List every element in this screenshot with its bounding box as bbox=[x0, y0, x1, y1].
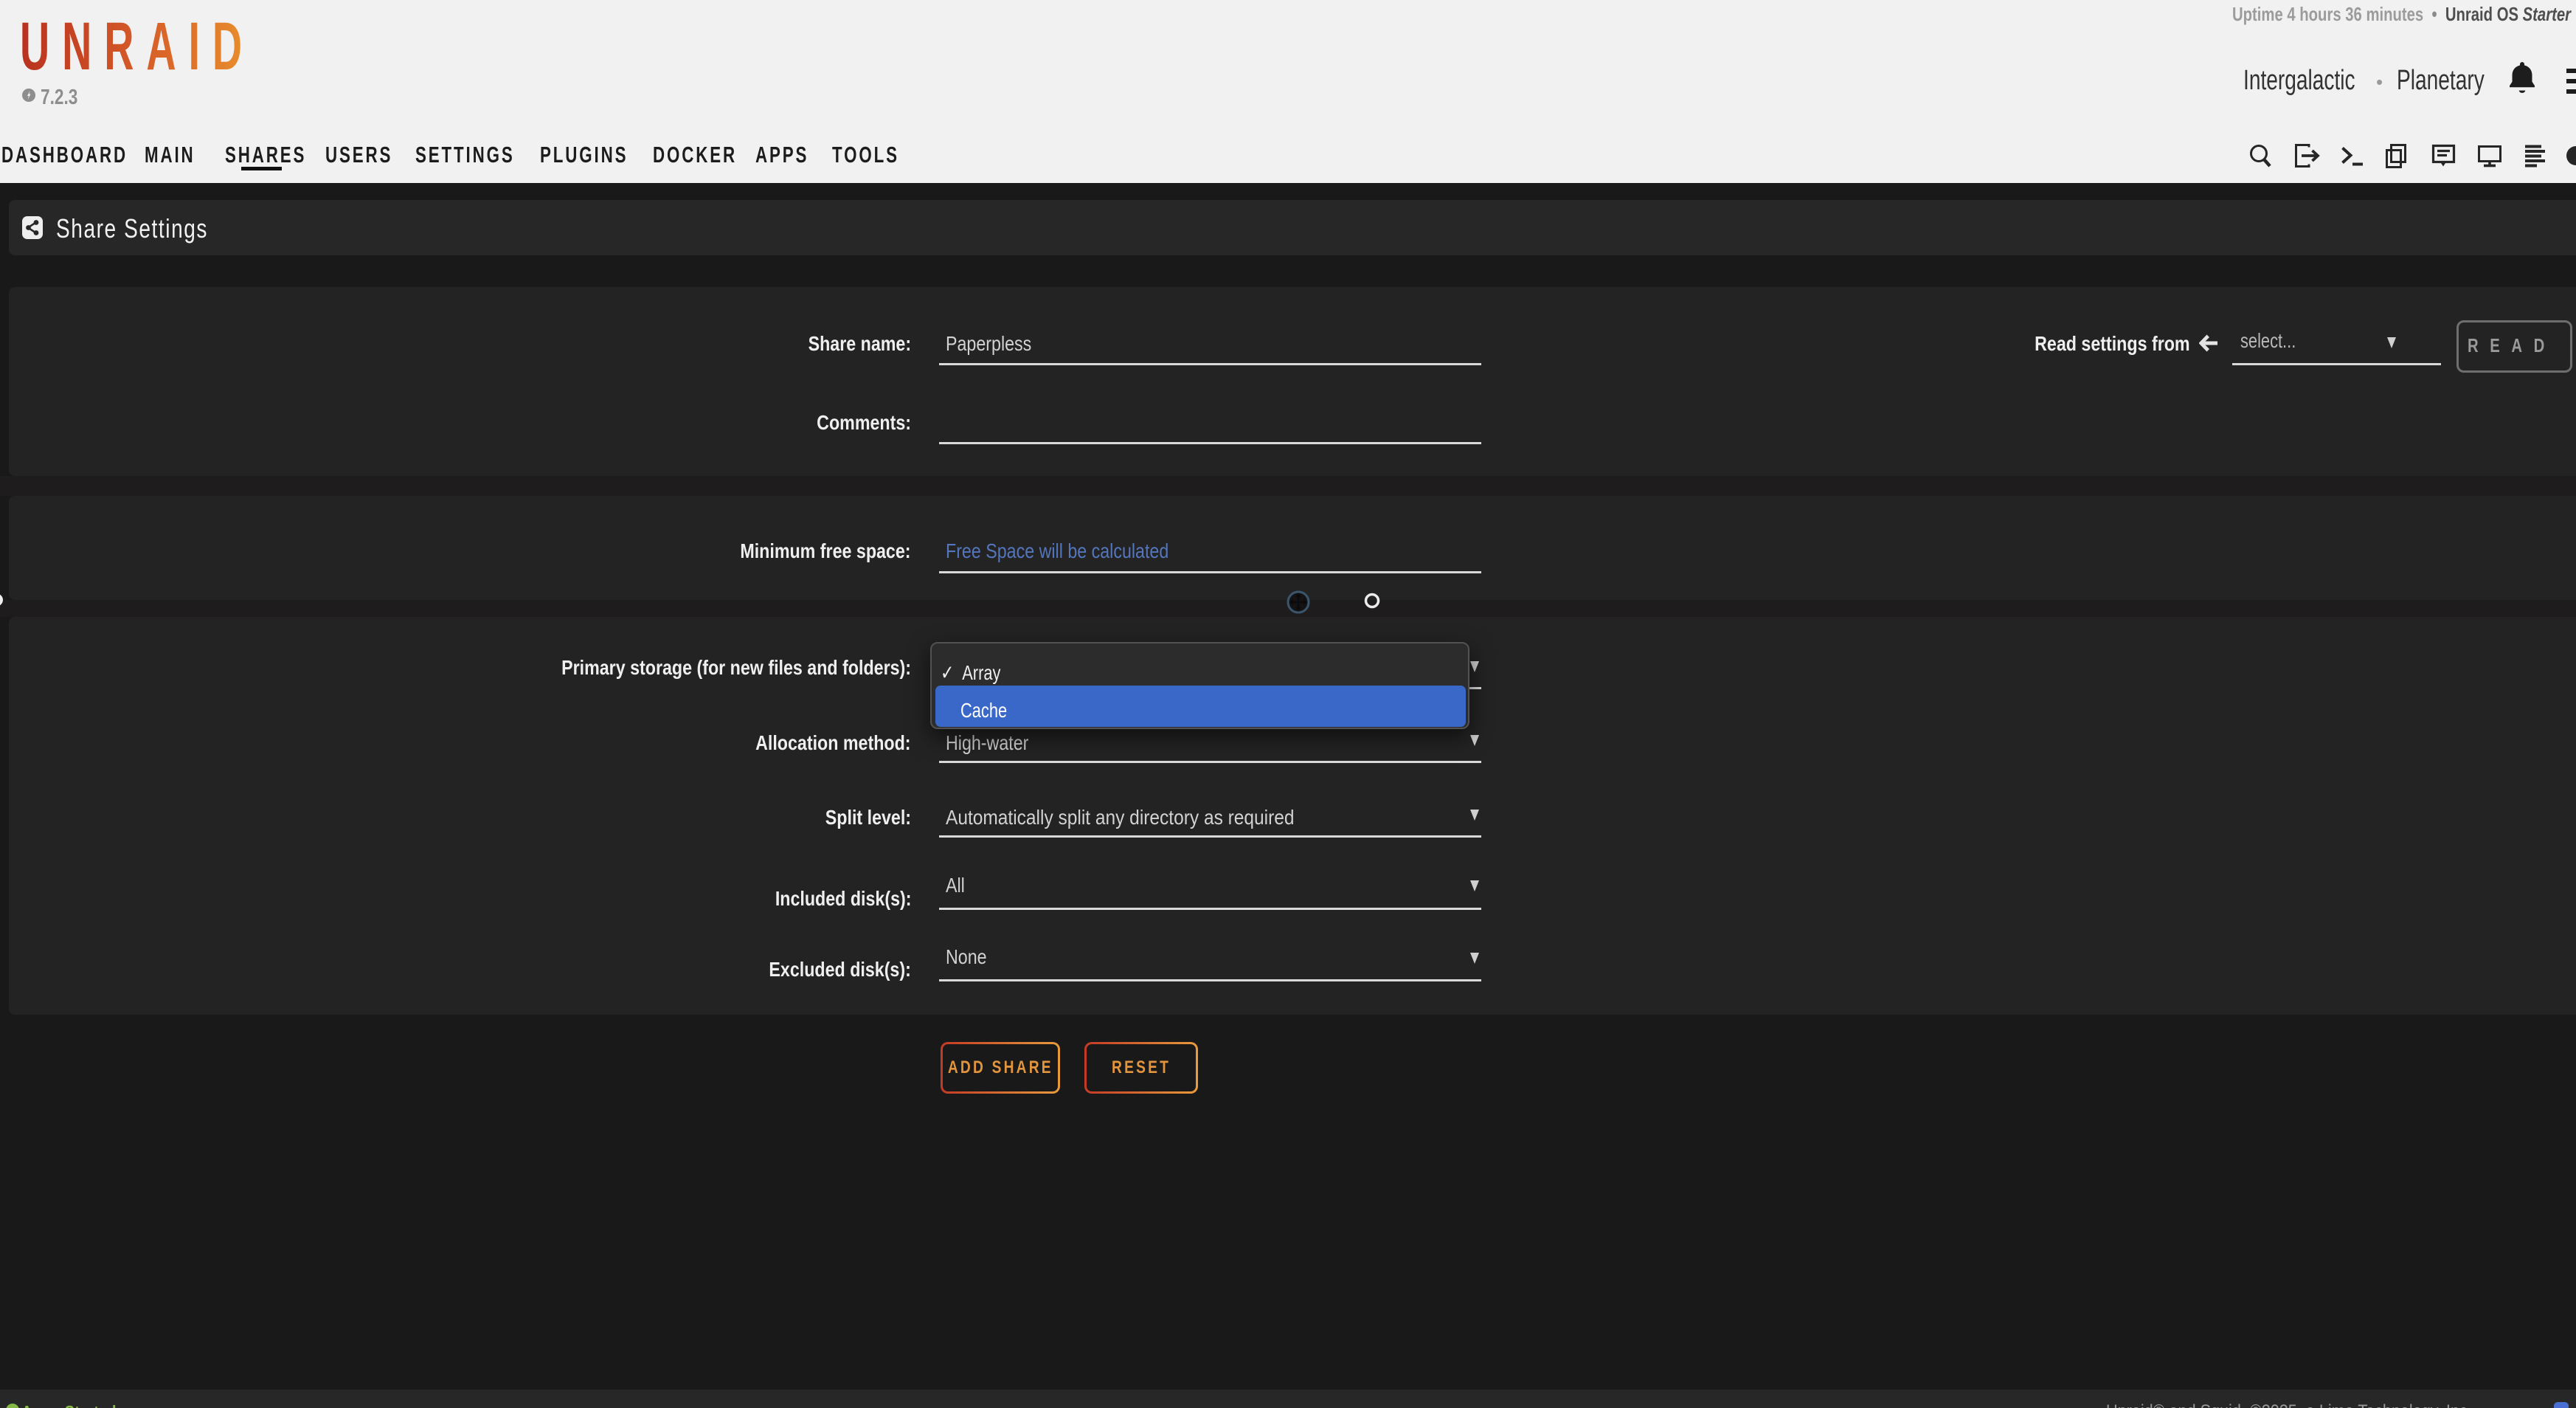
svg-text:UNRAID: UNRAID bbox=[20, 18, 241, 74]
